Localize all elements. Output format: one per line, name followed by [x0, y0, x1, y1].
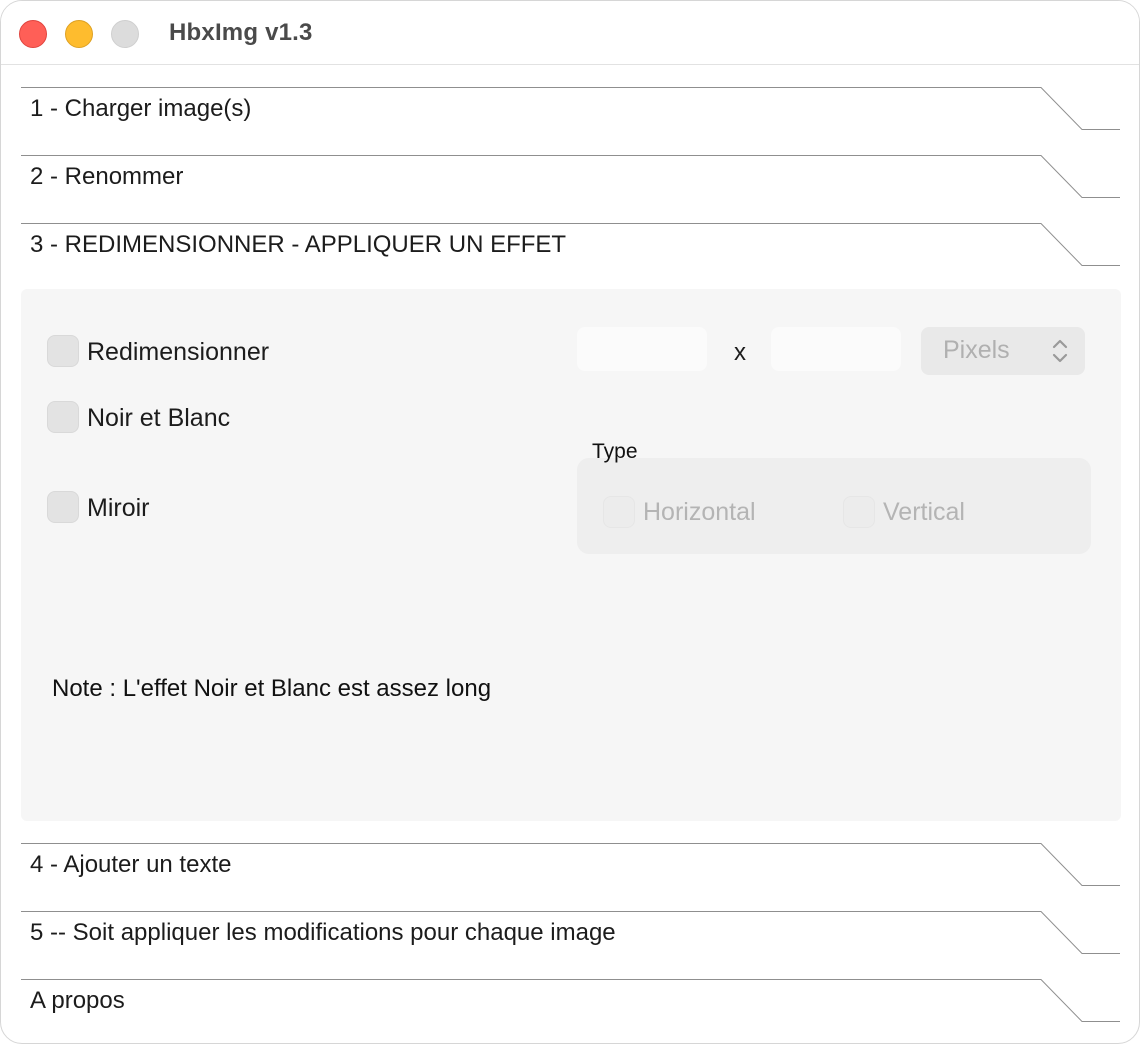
- effects-panel: Redimensionner x Pixels Noir et Blanc Mi…: [21, 289, 1121, 821]
- horizontal-checkbox[interactable]: [603, 496, 635, 528]
- section-label: 2 - Renommer: [30, 163, 184, 190]
- section-tab-shape: [21, 979, 1120, 1022]
- times-label: x: [734, 339, 746, 366]
- width-input[interactable]: [577, 327, 707, 371]
- minimize-window-button[interactable]: [65, 20, 93, 48]
- section-header-rename[interactable]: 2 - Renommer: [21, 155, 1121, 199]
- section-header-resize-effect[interactable]: 3 - REDIMENSIONNER - APPLIQUER UN EFFET: [21, 223, 1121, 267]
- section-header-apply-changes[interactable]: 5 -- Soit appliquer les modifications po…: [21, 911, 1121, 955]
- section-label: 4 - Ajouter un texte: [30, 851, 232, 878]
- close-window-button[interactable]: [19, 20, 47, 48]
- zoom-window-button[interactable]: [111, 20, 139, 48]
- vertical-label: Vertical: [883, 498, 965, 526]
- black-white-label: Noir et Blanc: [87, 404, 231, 432]
- section-header-add-text[interactable]: 4 - Ajouter un texte: [21, 843, 1121, 887]
- mirror-checkbox[interactable]: [47, 491, 79, 523]
- section-label: 5 -- Soit appliquer les modifications po…: [30, 919, 616, 946]
- section-label: A propos: [30, 987, 125, 1014]
- up-down-chevron-icon: [1052, 339, 1068, 363]
- vertical-checkbox[interactable]: [843, 496, 875, 528]
- title-bar: HbxImg v1.3: [1, 1, 1139, 65]
- note-text: Note : L'effet Noir et Blanc est assez l…: [52, 675, 492, 702]
- horizontal-label: Horizontal: [643, 498, 756, 526]
- unit-select-value: Pixels: [943, 336, 1010, 364]
- type-group-label: Type: [592, 440, 638, 463]
- resize-label: Redimensionner: [87, 338, 270, 366]
- black-white-checkbox[interactable]: [47, 401, 79, 433]
- section-label: 3 - REDIMENSIONNER - APPLIQUER UN EFFET: [30, 231, 567, 258]
- section-tab-shape: [21, 155, 1120, 198]
- height-input[interactable]: [771, 327, 901, 371]
- window-title: HbxImg v1.3: [169, 19, 313, 46]
- section-header-load-images[interactable]: 1 - Charger image(s): [21, 87, 1121, 131]
- mirror-type-group: Horizontal Vertical: [577, 458, 1091, 554]
- section-header-about[interactable]: A propos: [21, 979, 1121, 1023]
- section-label: 1 - Charger image(s): [30, 95, 252, 122]
- unit-select[interactable]: Pixels: [921, 327, 1085, 375]
- resize-checkbox[interactable]: [47, 335, 79, 367]
- app-window: HbxImg v1.3 1 - Charger image(s) 2 - Ren…: [0, 0, 1140, 1044]
- mirror-label: Miroir: [87, 494, 150, 522]
